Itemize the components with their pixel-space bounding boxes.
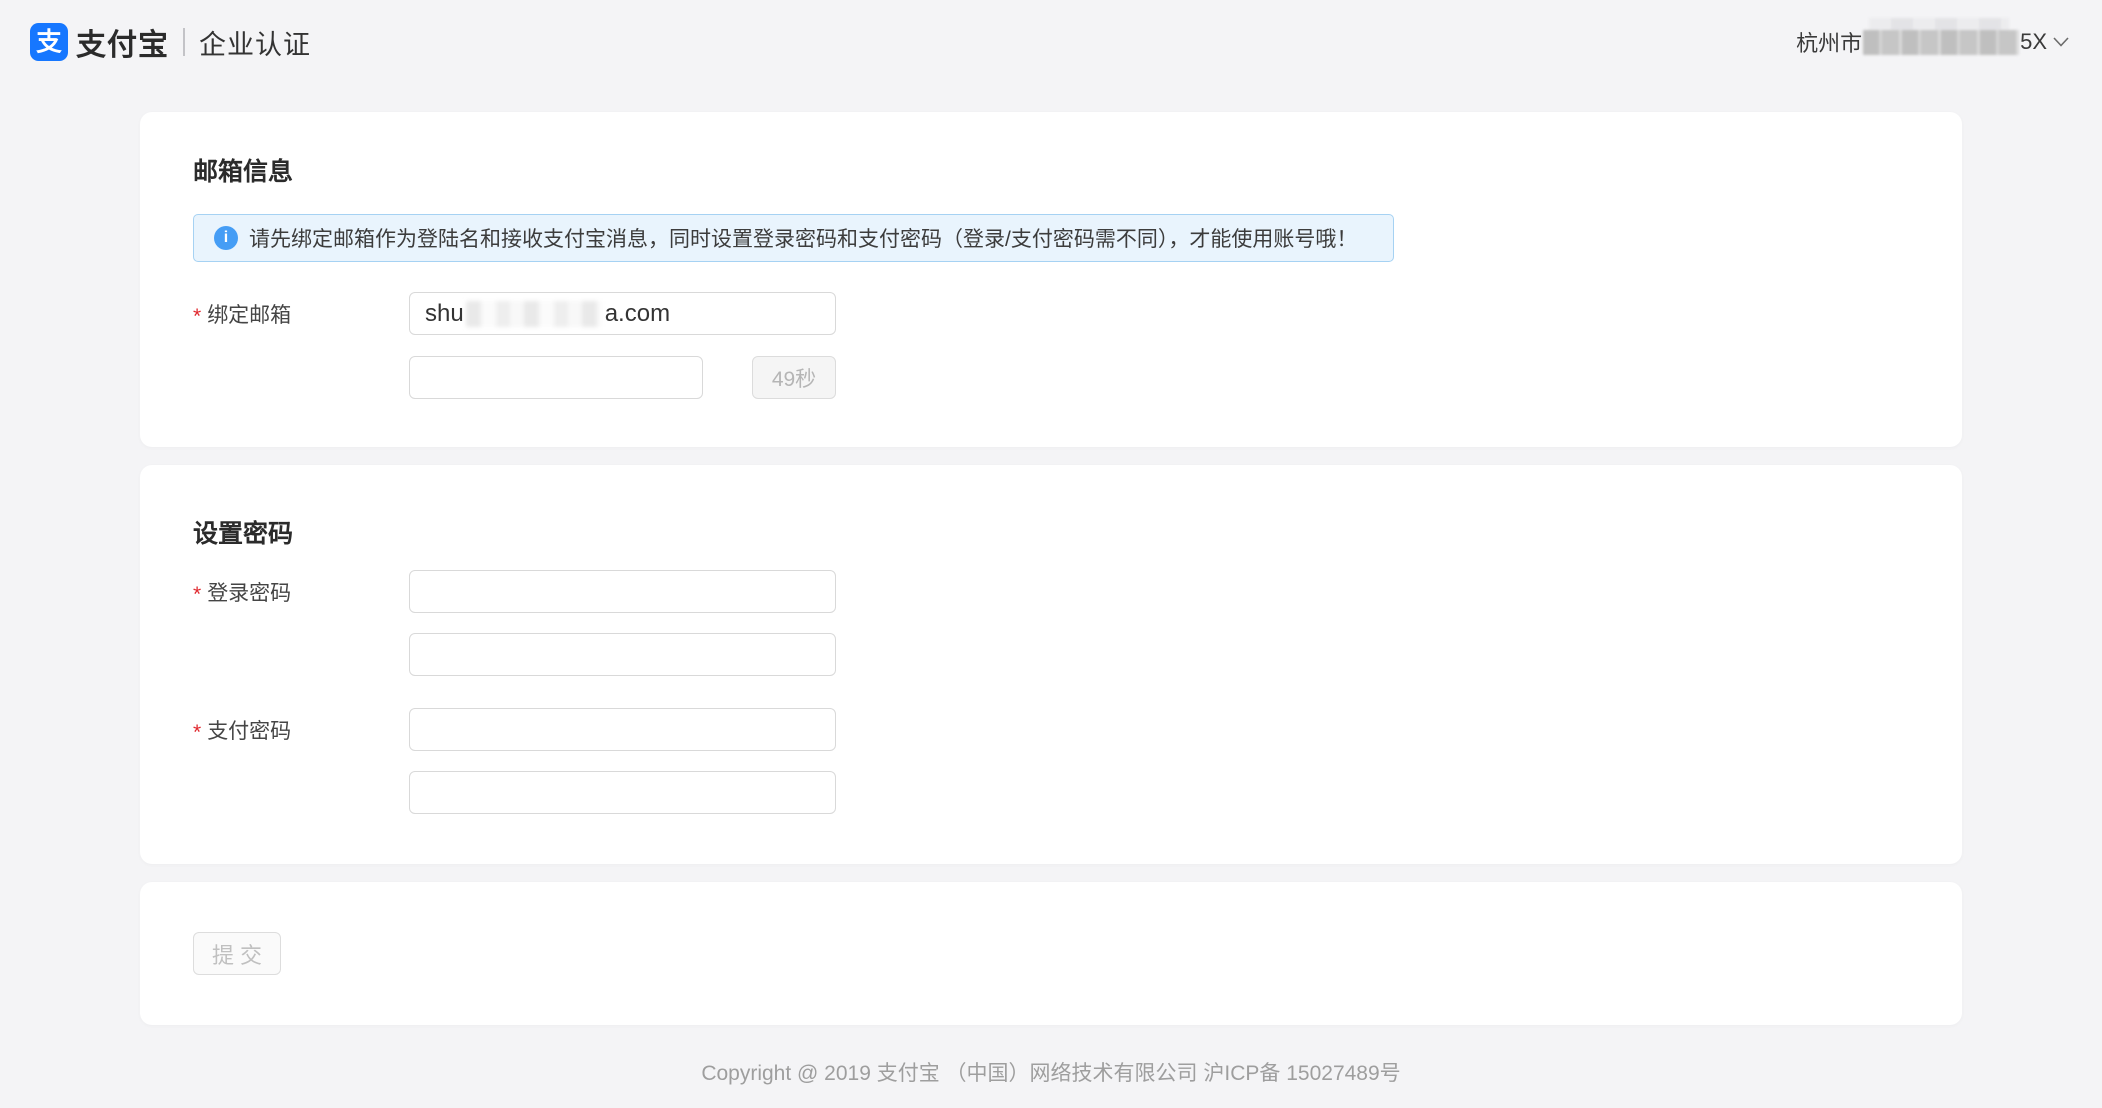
login-password-row: * 登录密码 [193,570,1909,613]
required-mark: * [193,300,201,327]
set-password-card: 设置密码 * 登录密码 * 支付密码 [140,465,1962,864]
chevron-down-icon [2052,36,2070,48]
pay-password-row: * 支付密码 [193,708,1909,751]
pay-password-input[interactable] [409,708,836,751]
redacted-email-middle [466,301,603,327]
brand-name: 支付宝 [76,20,169,64]
bound-email-input[interactable]: shu a.com [409,292,836,335]
submit-card: 提 交 [140,882,1962,1025]
user-location-prefix: 杭州市 [1796,26,1862,58]
required-mark: * [193,578,201,605]
alipay-logo-icon: 支 [30,23,68,61]
user-name-suffix: 5X [2020,29,2047,55]
footer-copyright: Copyright @ 2019 支付宝 （中国）网络技术有限公司 沪ICP备 … [140,1057,1962,1087]
required-mark: * [193,716,201,743]
login-password-input[interactable] [409,570,836,613]
redacted-user-name [1863,30,2019,55]
email-info-card: 邮箱信息 i 请先绑定邮箱作为登陆名和接收支付宝消息，同时设置登录密码和支付密码… [140,112,1962,447]
verification-code-input[interactable] [409,356,703,399]
email-visible-start: shu [425,300,464,328]
login-password-confirm-input[interactable] [409,633,836,676]
info-alert-text: 请先绑定邮箱作为登陆名和接收支付宝消息，同时设置登录密码和支付密码（登录/支付密… [249,223,1357,253]
brand: 支 支付宝 企业认证 [30,20,311,64]
email-card-title: 邮箱信息 [193,158,1909,186]
user-account-menu[interactable]: 杭州市 5X [1796,26,2070,58]
info-icon: i [214,226,238,250]
pay-password-confirm-input[interactable] [409,771,836,814]
bind-email-label: * 绑定邮箱 [193,299,409,329]
password-card-title: 设置密码 [193,520,1909,548]
header: 支 支付宝 企业认证 杭州市 5X [0,0,2102,84]
page-section-title: 企业认证 [199,23,311,62]
main-content: 邮箱信息 i 请先绑定邮箱作为登陆名和接收支付宝消息，同时设置登录密码和支付密码… [140,112,1962,1087]
pay-password-label: * 支付密码 [193,715,409,745]
svg-text:支: 支 [36,28,62,57]
brand-divider [183,28,185,56]
resend-countdown-button[interactable]: 49秒 [752,356,836,399]
bind-email-row: * 绑定邮箱 shu a.com [193,292,1909,335]
info-alert: i 请先绑定邮箱作为登陆名和接收支付宝消息，同时设置登录密码和支付密码（登录/支… [193,214,1394,262]
login-password-confirm-row [193,633,1909,676]
login-password-label: * 登录密码 [193,577,409,607]
email-visible-end: a.com [605,300,670,328]
submit-button[interactable]: 提 交 [193,932,281,975]
verification-code-row: 49秒 [193,356,1909,399]
pay-password-confirm-row [193,771,1909,814]
